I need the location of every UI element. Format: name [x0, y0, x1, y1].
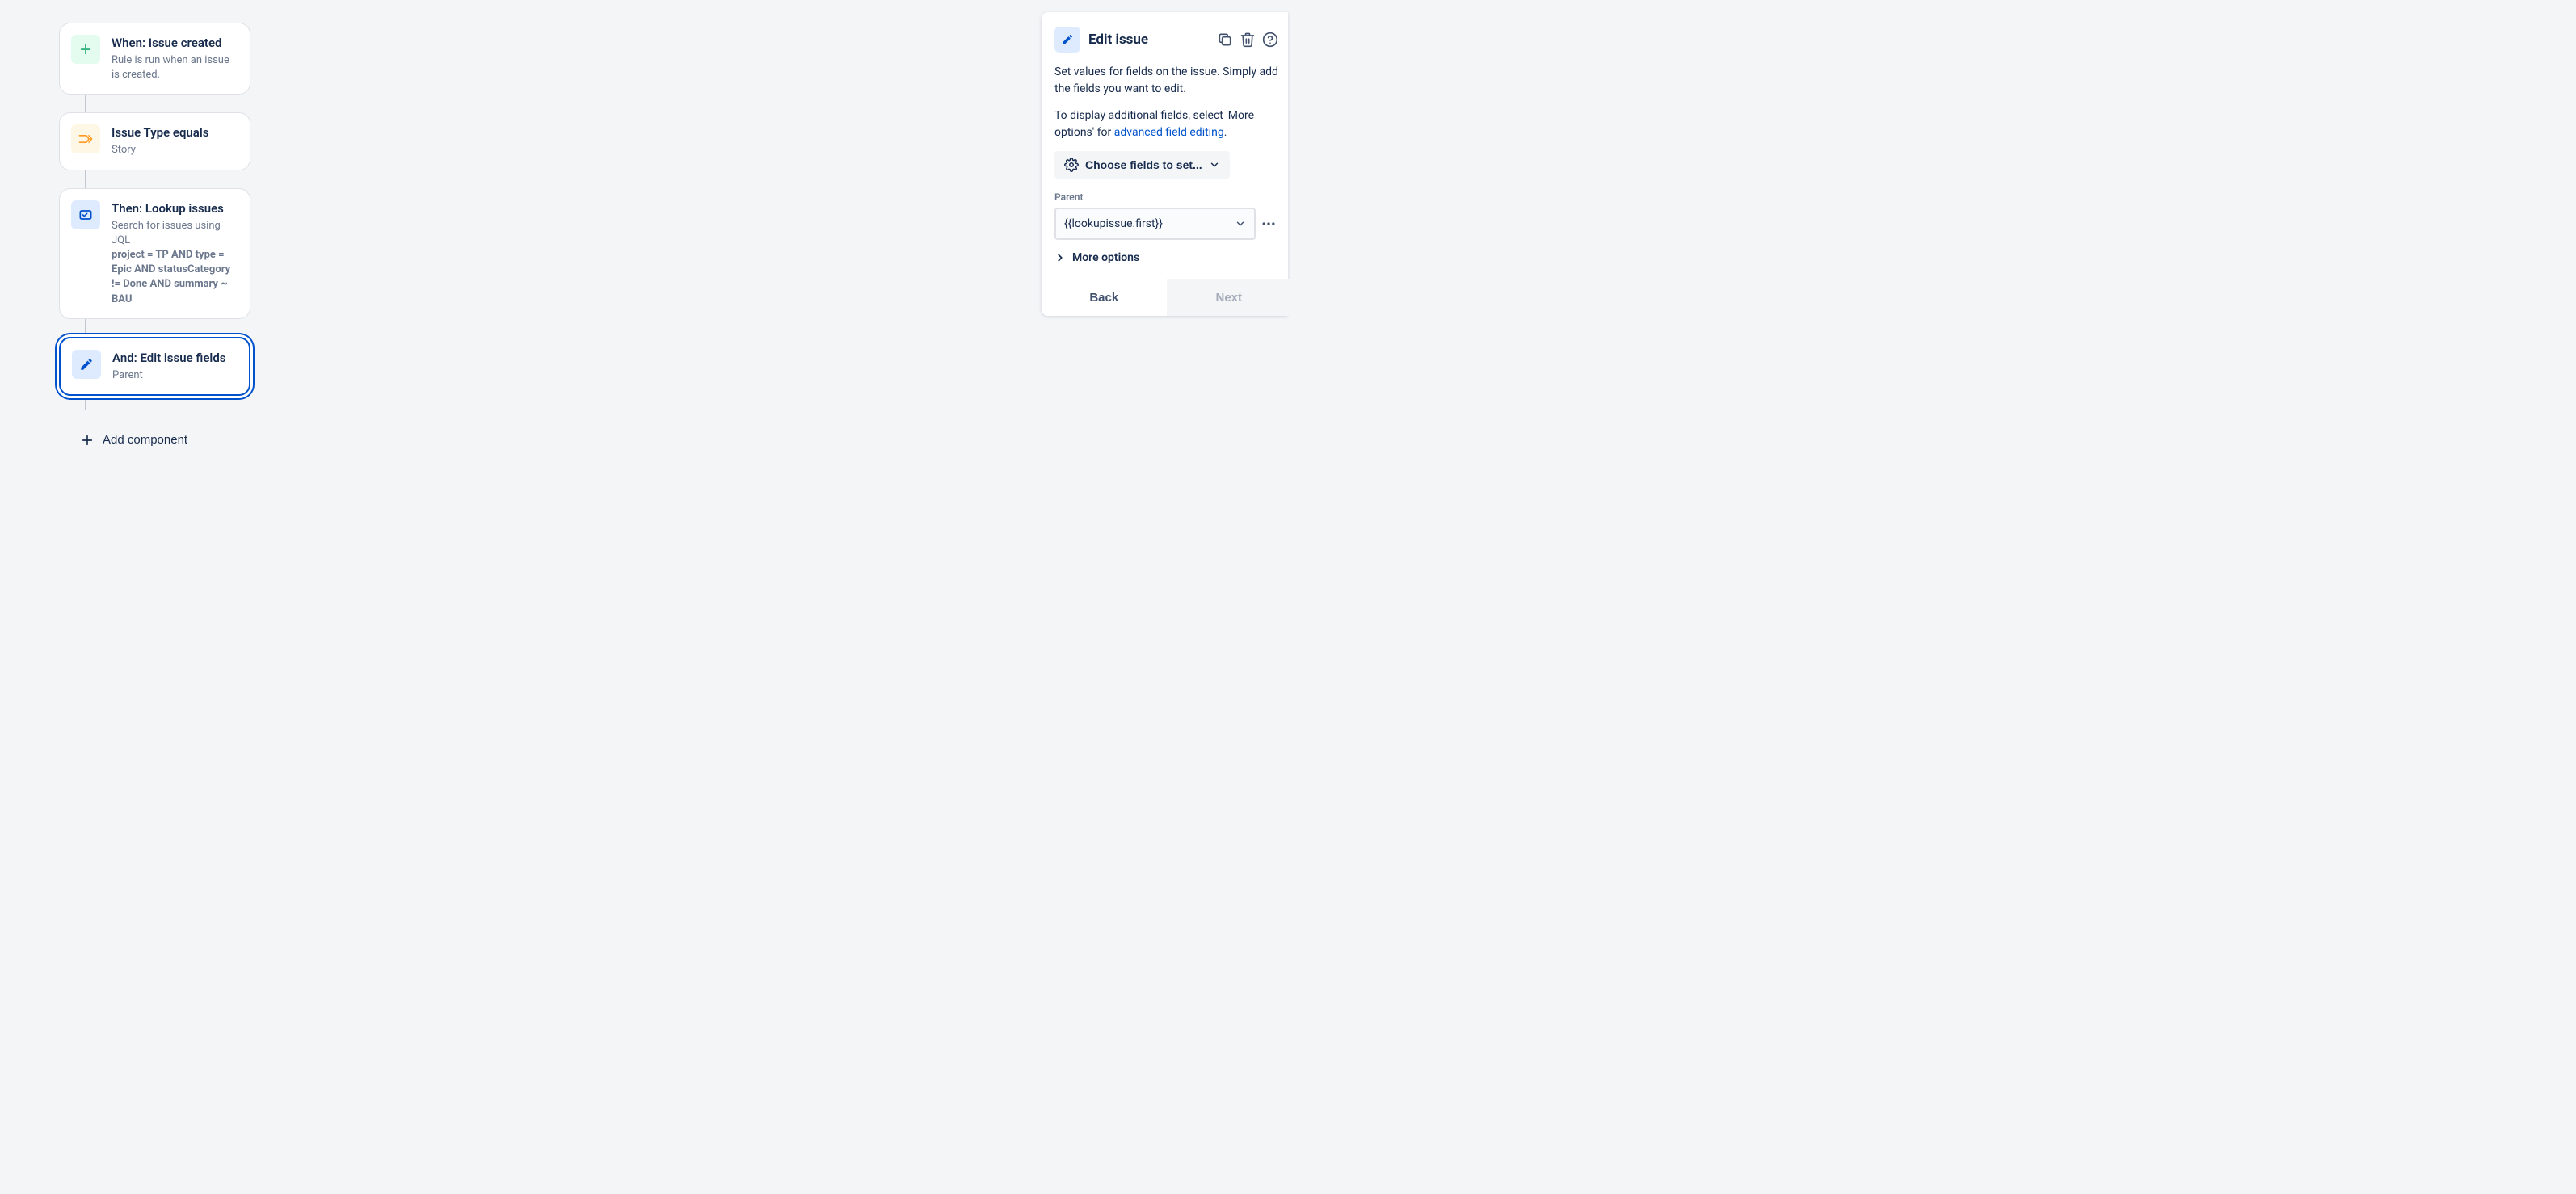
rule-item-edit[interactable]: And: Edit issue fields Parent [59, 337, 250, 396]
panel-desc-1: Set values for fields on the issue. Simp… [1054, 64, 1278, 98]
chevron-right-icon [1054, 252, 1066, 263]
more-options-toggle[interactable]: More options [1054, 251, 1278, 264]
parent-field-value: {{lookupissue.first}} [1064, 217, 1163, 230]
rule-item-condition[interactable]: Issue Type equals Story [59, 112, 250, 170]
trigger-title: When: Issue created [112, 35, 235, 52]
condition-title: Issue Type equals [112, 124, 208, 141]
parent-field-select[interactable]: {{lookupissue.first}} [1054, 208, 1256, 240]
condition-sub: Story [112, 143, 208, 158]
edit-sub: Parent [112, 368, 225, 383]
rule-item-lookup[interactable]: Then: Lookup issues Search for issues us… [59, 188, 250, 319]
connector [85, 95, 86, 112]
connector [85, 170, 86, 188]
choose-fields-label: Choose fields to set... [1085, 158, 1202, 171]
panel-desc-2: To display additional fields, select 'Mo… [1054, 107, 1278, 141]
plus-icon [80, 433, 95, 448]
choose-fields-button[interactable]: Choose fields to set... [1054, 151, 1230, 179]
duplicate-icon[interactable] [1217, 32, 1233, 48]
back-button[interactable]: Back [1042, 279, 1167, 316]
delete-icon[interactable] [1240, 32, 1256, 48]
gear-icon [1064, 158, 1079, 172]
desc2-suffix: . [1224, 126, 1227, 139]
more-options-label: More options [1072, 251, 1139, 264]
branch-icon [71, 124, 100, 153]
edit-issue-panel: Edit issue Set values for fields on the … [1042, 12, 1288, 316]
edit-title: And: Edit issue fields [112, 350, 225, 367]
connector [85, 319, 86, 337]
advanced-field-editing-link[interactable]: advanced field editing [1114, 126, 1224, 139]
help-icon[interactable] [1262, 32, 1278, 48]
add-component-label: Add component [103, 433, 187, 447]
chevron-down-icon [1209, 159, 1220, 170]
lookup-title: Then: Lookup issues [112, 200, 235, 217]
chevron-down-icon [1235, 218, 1246, 229]
next-button[interactable]: Next [1167, 279, 1292, 316]
lookup-jql: project = TP AND type = Epic AND statusC… [112, 248, 235, 307]
pencil-icon [72, 350, 101, 379]
lookup-sub: Search for issues using JQL [112, 219, 235, 248]
trigger-sub: Rule is run when an issue is created. [112, 53, 235, 82]
plus-icon [71, 35, 100, 64]
pencil-icon [1054, 27, 1080, 53]
lookup-icon [71, 200, 100, 229]
add-component-button[interactable]: Add component [67, 425, 200, 456]
panel-header: Edit issue [1054, 27, 1278, 53]
rule-chain: When: Issue created Rule is run when an … [59, 23, 250, 456]
panel-title: Edit issue [1088, 32, 1209, 48]
connector [85, 396, 86, 410]
field-more-icon[interactable] [1259, 211, 1278, 237]
parent-field-label: Parent [1054, 191, 1278, 203]
panel-footer: Back Next [1042, 279, 1291, 316]
rule-item-trigger[interactable]: When: Issue created Rule is run when an … [59, 23, 250, 95]
